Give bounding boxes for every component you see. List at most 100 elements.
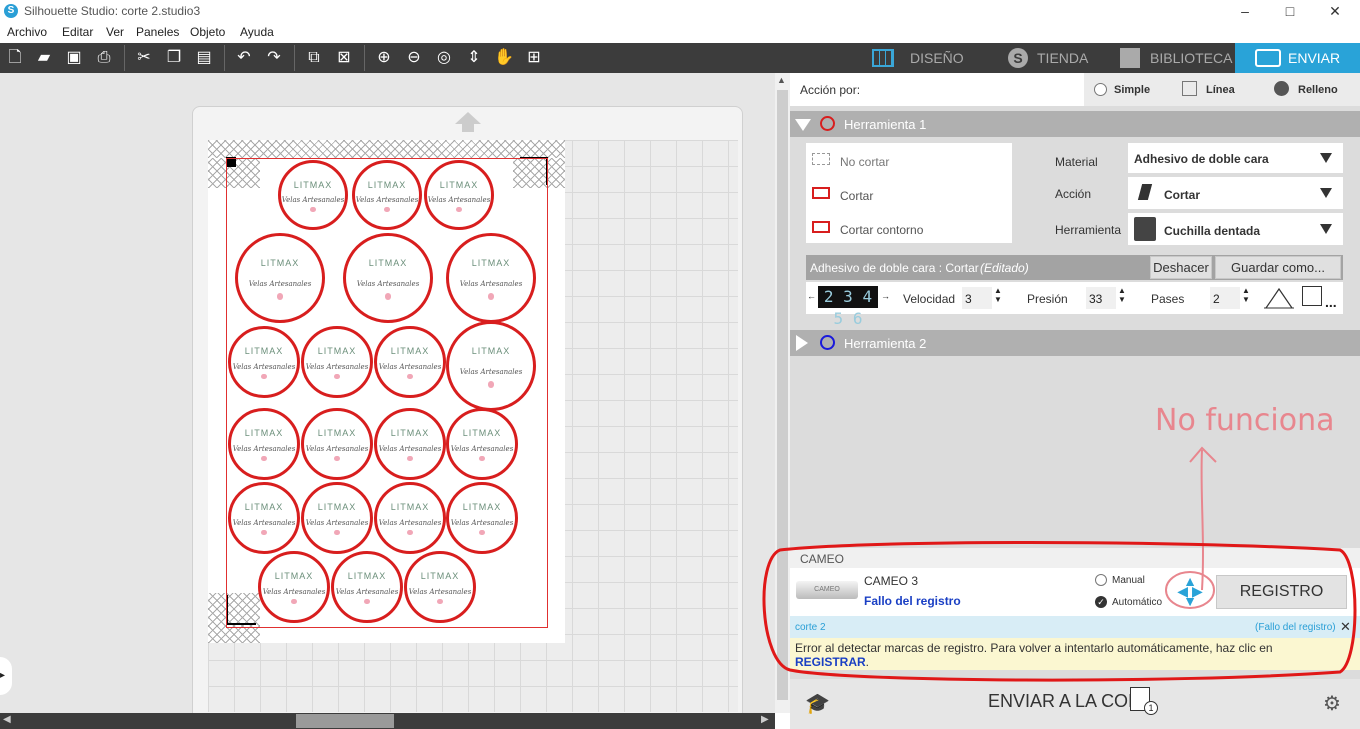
design-circle[interactable]: LITMAX Velas Artesanales — [301, 408, 373, 480]
flower-icon — [334, 373, 340, 380]
option-automatico[interactable]: Automático — [1112, 597, 1162, 608]
pressure-input[interactable]: 33 — [1086, 287, 1116, 309]
close-job-icon[interactable]: ✕ — [1340, 619, 1351, 635]
design-circle[interactable]: LITMAX Velas Artesanales — [446, 233, 536, 323]
fit-to-page-icon[interactable]: ⇕ — [463, 48, 485, 68]
redo-icon[interactable]: ↷ — [263, 48, 285, 68]
maximize-button[interactable]: □ — [1275, 2, 1305, 20]
more-options-icon[interactable]: ... — [1325, 294, 1337, 310]
menu-archivo[interactable]: Archivo — [7, 25, 47, 39]
design-logo-text: LITMAX — [293, 179, 333, 190]
design-circle[interactable]: LITMAX Velas Artesanales — [446, 482, 518, 554]
save-icon[interactable]: ▣ — [63, 48, 85, 68]
radio-manual[interactable] — [1095, 574, 1107, 586]
tab-diseno[interactable]: DISEÑO — [910, 50, 964, 66]
scroll-up-arrow[interactable]: ▲ — [777, 75, 786, 85]
design-circle[interactable]: LITMAX Velas Artesanales — [235, 233, 325, 323]
scroll-left-arrow[interactable]: ◀ — [3, 714, 11, 725]
option-linea[interactable]: Línea — [1206, 84, 1235, 96]
pan-hand-icon[interactable]: ✋ — [493, 48, 515, 68]
option-relleno[interactable]: Relleno — [1298, 84, 1338, 96]
design-circle[interactable]: LITMAX Velas Artesanales — [228, 482, 300, 554]
design-sub-text: Velas Artesanales — [427, 196, 491, 205]
expand-panel-button[interactable]: ▸ — [0, 657, 12, 695]
option-simple[interactable]: Simple — [1114, 84, 1150, 96]
design-circle[interactable]: LITMAX Velas Artesanales — [331, 551, 403, 623]
design-circle[interactable]: LITMAX Velas Artesanales — [258, 551, 330, 623]
zoom-in-icon[interactable]: ⊕ — [373, 48, 395, 68]
blade-left-arrow[interactable]: ← — [807, 291, 816, 301]
tool2-header[interactable]: Herramienta 2 — [790, 330, 1360, 356]
scroll-right-arrow[interactable]: ▶ — [761, 714, 769, 725]
group-icon[interactable]: ⧉ — [303, 48, 325, 68]
send-to-queue-button[interactable]: ENVIAR A LA COLA — [988, 691, 1138, 712]
copy-icon[interactable]: ❐ — [163, 48, 185, 68]
option-cortar[interactable]: Cortar — [840, 189, 873, 203]
design-circle[interactable]: LITMAX Velas Artesanales — [374, 408, 446, 480]
line-segment-overcut-icon[interactable] — [1264, 286, 1294, 310]
tab-biblioteca[interactable]: BIBLIOTECA — [1150, 50, 1232, 66]
material-select[interactable]: Adhesivo de doble cara — [1128, 143, 1343, 173]
design-circle[interactable]: LITMAX Velas Artesanales — [301, 482, 373, 554]
cut-icon[interactable]: ✂ — [133, 48, 155, 68]
pressure-stepper-icon[interactable]: ▲ ▼ — [1118, 286, 1126, 304]
tutorial-cap-icon[interactable]: 🎓 — [805, 691, 830, 716]
menu-editar[interactable]: Editar — [62, 25, 93, 39]
tab-tienda[interactable]: TIENDA — [1037, 50, 1088, 66]
corner-icon[interactable] — [1302, 286, 1322, 306]
print-icon[interactable]: ⎙ — [93, 48, 115, 68]
paste-icon[interactable]: ▤ — [193, 48, 215, 68]
option-cortar-contorno[interactable]: Cortar contorno — [840, 223, 923, 237]
minimize-button[interactable]: – — [1230, 2, 1260, 20]
undo-preset-button[interactable]: Deshacer — [1150, 256, 1212, 279]
menu-paneles[interactable]: Paneles — [136, 25, 179, 39]
move-arrows-icon[interactable]: ▲ ◀ ▶ ▼ — [1170, 574, 1210, 608]
vertical-scroll-thumb[interactable] — [777, 90, 788, 700]
design-circle[interactable]: LITMAX Velas Artesanales — [424, 160, 494, 230]
menu-ayuda[interactable]: Ayuda — [240, 25, 274, 39]
open-folder-icon[interactable]: ▰ — [33, 48, 55, 68]
design-circle[interactable]: LITMAX Velas Artesanales — [228, 326, 300, 398]
radio-automatico[interactable]: ✓ — [1095, 596, 1107, 608]
blade-right-arrow[interactable]: → — [881, 291, 890, 301]
option-no-cortar[interactable]: No cortar — [840, 155, 889, 169]
design-circle[interactable]: LITMAX Velas Artesanales — [374, 482, 446, 554]
blade-depth-selector[interactable]: 2 3 4 5 6 — [818, 286, 878, 328]
tab-enviar[interactable]: ENVIAR — [1235, 43, 1360, 73]
design-circle[interactable]: LITMAX Velas Artesanales — [228, 408, 300, 480]
close-button[interactable]: ✕ — [1320, 2, 1350, 20]
tool-select[interactable]: Cuchilla dentada — [1128, 213, 1343, 245]
design-circle[interactable]: LITMAX Velas Artesanales — [446, 321, 536, 411]
design-circle[interactable]: LITMAX Velas Artesanales — [374, 326, 446, 398]
design-circle[interactable]: LITMAX Velas Artesanales — [301, 326, 373, 398]
design-circle[interactable]: LITMAX Velas Artesanales — [278, 160, 348, 230]
save-as-button[interactable]: Guardar como... — [1215, 256, 1341, 279]
design-sub-text: Velas Artesanales — [262, 588, 326, 597]
menu-objeto[interactable]: Objeto — [190, 25, 225, 39]
zoom-fit-icon[interactable]: ⊞ — [523, 48, 545, 68]
passes-input[interactable]: 2 — [1210, 287, 1240, 309]
passes-stepper-icon[interactable]: ▲ ▼ — [1242, 286, 1250, 304]
menu-ver[interactable]: Ver — [106, 25, 124, 39]
design-circle[interactable]: LITMAX Velas Artesanales — [343, 233, 433, 323]
gear-icon[interactable]: ⚙ — [1323, 691, 1341, 716]
flower-icon — [384, 206, 390, 212]
radio-simple[interactable] — [1094, 83, 1107, 96]
undo-icon[interactable]: ↶ — [233, 48, 255, 68]
zoom-out-icon[interactable]: ⊖ — [403, 48, 425, 68]
zoom-select-icon[interactable]: ◎ — [433, 48, 455, 68]
horizontal-scroll-thumb[interactable] — [296, 714, 394, 728]
menu-bar: Archivo Editar Ver Paneles Objeto Ayuda — [0, 22, 790, 42]
ungroup-icon[interactable]: ⊠ — [333, 48, 355, 68]
design-circle[interactable]: LITMAX Velas Artesanales — [404, 551, 476, 623]
design-circle[interactable]: LITMAX Velas Artesanales — [352, 160, 422, 230]
option-manual[interactable]: Manual — [1112, 575, 1145, 586]
speed-stepper-icon[interactable]: ▲ ▼ — [994, 286, 1002, 304]
design-circle[interactable]: LITMAX Velas Artesanales — [446, 408, 518, 480]
action-select[interactable]: Cortar — [1128, 177, 1343, 209]
speed-input[interactable]: 3 — [962, 287, 992, 309]
registro-button[interactable]: REGISTRO — [1216, 575, 1347, 609]
new-file-icon[interactable]: 🗋 — [4, 48, 26, 68]
tool1-header[interactable]: Herramienta 1 — [790, 111, 1360, 137]
registrar-link[interactable]: REGISTRAR — [795, 655, 866, 669]
